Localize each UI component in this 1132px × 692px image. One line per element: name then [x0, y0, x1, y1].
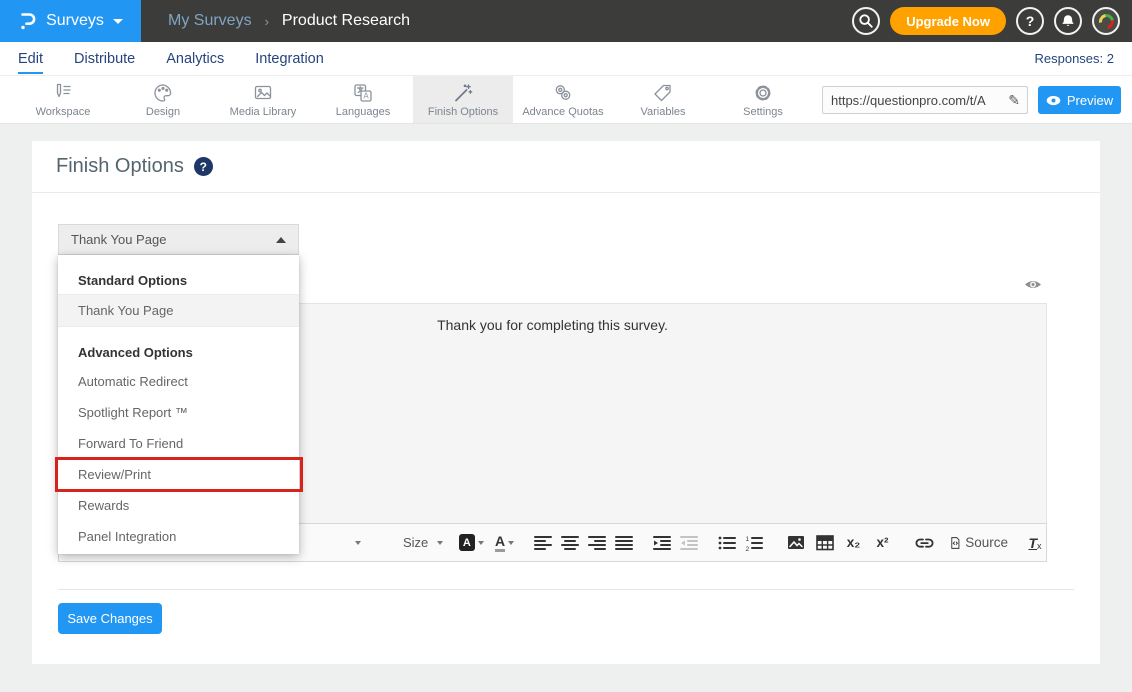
tab-integration[interactable]: Integration — [255, 44, 324, 74]
svg-text:1: 1 — [745, 535, 749, 542]
translate-icon: A — [352, 82, 374, 104]
font-size-combo[interactable]: Size — [403, 535, 443, 550]
dropdown-group-header: Advanced Options — [58, 339, 299, 366]
finish-options-help-icon[interactable]: ? — [194, 157, 213, 176]
workspace-icon — [52, 82, 74, 104]
save-changes-button[interactable]: Save Changes — [58, 603, 162, 634]
breadcrumb-my-surveys[interactable]: My Surveys — [168, 12, 252, 30]
ribbon-item-languages[interactable]: A Languages — [313, 76, 413, 123]
format-combo-caret-icon[interactable] — [347, 530, 369, 556]
survey-link-field: ✎ — [822, 86, 1028, 114]
superscript-button[interactable]: x² — [872, 530, 894, 556]
dropdown-item-panel-integration[interactable]: Panel Integration — [58, 521, 299, 552]
background-color-button[interactable]: A — [459, 530, 483, 556]
background-color-icon: A — [459, 534, 474, 551]
breadcrumb-current-survey: Product Research — [282, 12, 410, 30]
section-divider — [58, 589, 1074, 590]
tag-icon — [652, 82, 674, 104]
source-button[interactable]: Source — [950, 530, 1008, 556]
upgrade-now-button[interactable]: Upgrade Now — [890, 7, 1006, 35]
gear-icon — [752, 82, 774, 104]
decrease-indent-button[interactable] — [678, 530, 700, 556]
chevron-down-icon — [113, 19, 123, 24]
tab-edit[interactable]: Edit — [18, 44, 43, 74]
product-name: Surveys — [46, 12, 104, 30]
align-center-button[interactable] — [559, 530, 581, 556]
ribbon-item-variables[interactable]: Variables — [613, 76, 713, 123]
ribbon-item-finish-options[interactable]: Finish Options — [413, 76, 513, 123]
notifications-button[interactable] — [1054, 7, 1082, 35]
user-avatar[interactable] — [1092, 7, 1120, 35]
dropdown-item-forward-to-friend[interactable]: Forward To Friend — [58, 428, 299, 459]
align-justify-button[interactable] — [613, 530, 635, 556]
svg-text:2: 2 — [745, 545, 749, 551]
ribbon-item-design[interactable]: Design — [113, 76, 213, 123]
chevron-up-icon — [276, 237, 286, 243]
page-title: Finish Options — [56, 155, 184, 178]
chain-links-icon — [552, 82, 574, 104]
card-header: Finish Options ? — [32, 141, 1100, 193]
align-left-button[interactable] — [532, 530, 554, 556]
ribbon-item-advance-quotas[interactable]: Advance Quotas — [513, 76, 613, 123]
image-icon — [252, 82, 274, 104]
finish-option-select[interactable]: Thank You Page — [58, 224, 299, 255]
question-mark-icon: ? — [1026, 13, 1035, 29]
select-value: Thank You Page — [71, 232, 166, 247]
finish-options-card: Finish Options ? Thank You Page Thank yo… — [32, 141, 1100, 664]
questionpro-logo-icon — [18, 12, 37, 31]
breadcrumb: My Surveys › Product Research — [168, 12, 410, 30]
responses-count[interactable]: Responses: 2 — [1035, 51, 1115, 66]
insert-image-button[interactable] — [785, 530, 807, 556]
dropdown-item-spotlight-report[interactable]: Spotlight Report ™ — [58, 397, 299, 428]
palette-icon — [152, 82, 174, 104]
search-icon — [858, 13, 874, 29]
dropdown-item-thank-you-page[interactable]: Thank You Page — [58, 294, 299, 327]
thank-you-preview-eye-icon[interactable] — [1024, 278, 1042, 291]
chevron-down-icon — [437, 541, 443, 545]
survey-url-input[interactable] — [823, 93, 1006, 108]
finish-option-dropdown: Standard Options Thank You Page Advanced… — [58, 255, 299, 554]
tab-distribute[interactable]: Distribute — [74, 44, 135, 74]
dropdown-group-header: Standard Options — [58, 267, 299, 294]
dropdown-item-automatic-redirect[interactable]: Automatic Redirect — [58, 366, 299, 397]
magic-wand-icon — [452, 82, 474, 104]
svg-text:A: A — [363, 91, 369, 100]
top-bar: Surveys My Surveys › Product Research Up… — [0, 0, 1132, 42]
edit-url-pencil-icon[interactable]: ✎ — [1006, 92, 1027, 109]
eye-icon — [1046, 95, 1061, 106]
numbered-list-button[interactable]: 12 — [743, 530, 765, 556]
remove-format-button[interactable]: T x — [1024, 530, 1046, 556]
insert-link-button[interactable] — [914, 530, 936, 556]
dropdown-item-rewards[interactable]: Rewards — [58, 490, 299, 521]
subscript-button[interactable]: x₂ — [843, 530, 865, 556]
ribbon-item-settings[interactable]: Settings — [713, 76, 813, 123]
surveys-product-menu[interactable]: Surveys — [0, 0, 141, 42]
align-right-button[interactable] — [586, 530, 608, 556]
dropdown-item-review-print[interactable]: Review/Print — [58, 459, 299, 490]
text-color-icon: A — [495, 534, 505, 552]
tab-analytics[interactable]: Analytics — [166, 44, 224, 74]
bulleted-list-button[interactable] — [716, 530, 738, 556]
ribbon-item-media-library[interactable]: Media Library — [213, 76, 313, 123]
text-color-button[interactable]: A — [494, 530, 516, 556]
breadcrumb-separator: › — [265, 14, 269, 29]
topbar-actions: Upgrade Now ? — [852, 7, 1132, 35]
avatar-logo-icon — [1096, 11, 1117, 32]
increase-indent-button[interactable] — [651, 530, 673, 556]
insert-table-button[interactable] — [814, 530, 836, 556]
bell-icon — [1060, 13, 1076, 29]
help-button[interactable]: ? — [1016, 7, 1044, 35]
ribbon-item-workspace[interactable]: Workspace — [13, 76, 113, 123]
survey-nav-tabs: Edit Distribute Analytics Integration Re… — [0, 42, 1132, 76]
preview-button[interactable]: Preview — [1038, 86, 1121, 114]
search-button[interactable] — [852, 7, 880, 35]
